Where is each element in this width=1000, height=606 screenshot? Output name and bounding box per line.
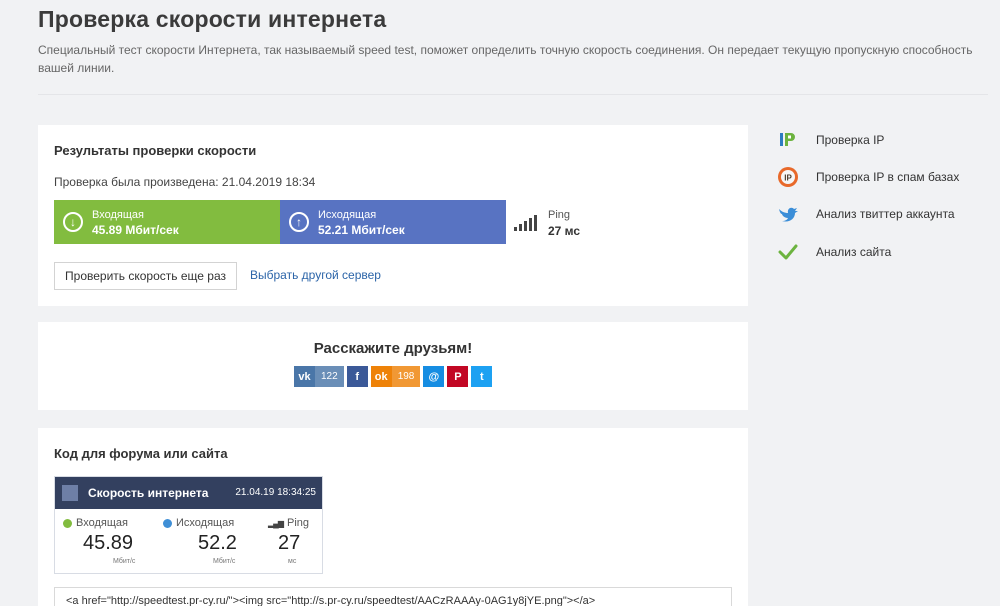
upload-value: 52.21 Мбит/сек [318,223,405,237]
share-count: 198 [391,366,421,387]
share-button[interactable]: @ [423,366,445,387]
moimir-icon: @ [428,370,440,383]
widget-download: Входящая 45.89 Мбит/с [63,517,148,565]
speed-widget-preview: Скорость интернета 21.04.19 18:34:25 Вхо… [54,476,323,574]
checkmark-icon [776,240,800,264]
widget-download-label: Входящая [76,517,128,529]
widget-ping: ▂▄▆ Ping 27 мс [268,517,320,565]
sidebar-item-label: Анализ твиттер аккаунта [816,207,955,221]
embed-code-field[interactable]: <a href="http://speedtest.pr-cy.ru/"><im… [54,587,732,606]
ip-icon [776,128,800,152]
sidebar-item-ip-check[interactable]: Проверка IP [776,128,884,152]
widget-logo-icon [62,485,78,501]
widget-download-unit: Мбит/с [113,558,136,565]
ping-value: 27 мс [548,224,581,238]
page-title: Проверка скорости интернета [38,6,387,32]
test-date: Проверка была произведена: 21.04.2019 18… [54,175,316,189]
share-button[interactable]: vk 122 [294,366,344,387]
share-buttons: vk 122 f ok 198 @ Pt [294,366,493,387]
share-button[interactable]: f [346,366,368,387]
signal-bars-icon [514,215,538,231]
svg-text:IP: IP [784,174,792,183]
sidebar-item-site-analysis[interactable]: Анализ сайта [776,240,891,264]
sidebar-item-label: Проверка IP в спам базах [816,170,960,184]
twitter-bird-icon [776,202,800,226]
widget-upload-unit: Мбит/с [213,558,236,565]
upload-speed-box: ↑ Исходящая 52.21 Мбит/сек [280,200,506,244]
download-label: Входящая [92,209,144,221]
choose-server-link[interactable]: Выбрать другой сервер [250,268,381,282]
widget-download-value: 45.89 [83,532,134,554]
code-title: Код для форума или сайта [54,446,228,461]
odnoklassniki-icon: ok [374,370,388,383]
share-button[interactable]: ok 198 [370,366,421,387]
pinterest-icon: P [454,370,462,383]
share-count: 122 [315,366,344,387]
widget-upload: Исходящая 52.2 Мбит/с [163,517,248,565]
widget-ping-unit: мс [288,558,297,565]
ping-label: Ping [548,209,571,221]
vk-icon: vk [298,370,311,383]
upload-arrow-icon: ↑ [289,212,309,232]
twitter-icon: t [480,370,484,383]
speed-results-card: Результаты проверки скорости Проверка бы… [38,125,748,306]
share-title: Расскажите друзьям! [313,340,473,357]
retest-button[interactable]: Проверить скорость еще раз [54,262,237,290]
widget-upload-label: Исходящая [176,517,235,529]
download-speed-box: ↓ Входящая 45.89 Мбит/сек [54,200,280,244]
share-card: Расскажите друзьям! vk 122 f ok 198 @ Pt [38,322,748,410]
widget-date: 21.04.19 18:34:25 [235,487,316,498]
page-description: Специальный тест скорости Интернета, так… [38,43,973,75]
widget-ping-value: 27 [278,532,301,554]
widget-header: Скорость интернета 21.04.19 18:34:25 [55,477,322,509]
sidebar-item-twitter-analysis[interactable]: Анализ твиттер аккаунта [776,202,955,226]
download-arrow-icon: ↓ [63,212,83,232]
widget-ping-label: Ping [286,517,310,529]
facebook-icon: f [355,370,360,383]
widget-signal-icon: ▂▄▆ [268,518,284,528]
sidebar-item-label: Анализ сайта [816,245,892,259]
sidebar-item-label: Проверка IP [816,133,885,147]
embed-code-card: Код для форума или сайта Скорость интерн… [38,428,748,606]
header-divider [38,94,988,95]
widget-upload-value: 52.2 [198,532,237,554]
download-dot-icon [63,518,72,528]
upload-dot-icon [163,518,172,528]
ip-spam-icon: IP [776,165,800,189]
share-button[interactable]: P [447,366,469,387]
results-title: Результаты проверки скорости [54,143,257,158]
upload-label: Исходящая [318,209,377,221]
share-button[interactable]: t [471,366,493,387]
download-value: 45.89 Мбит/сек [92,223,179,237]
sidebar-item-ip-spam[interactable]: IP Проверка IP в спам базах [776,165,959,189]
widget-title: Скорость интернета [88,486,209,500]
